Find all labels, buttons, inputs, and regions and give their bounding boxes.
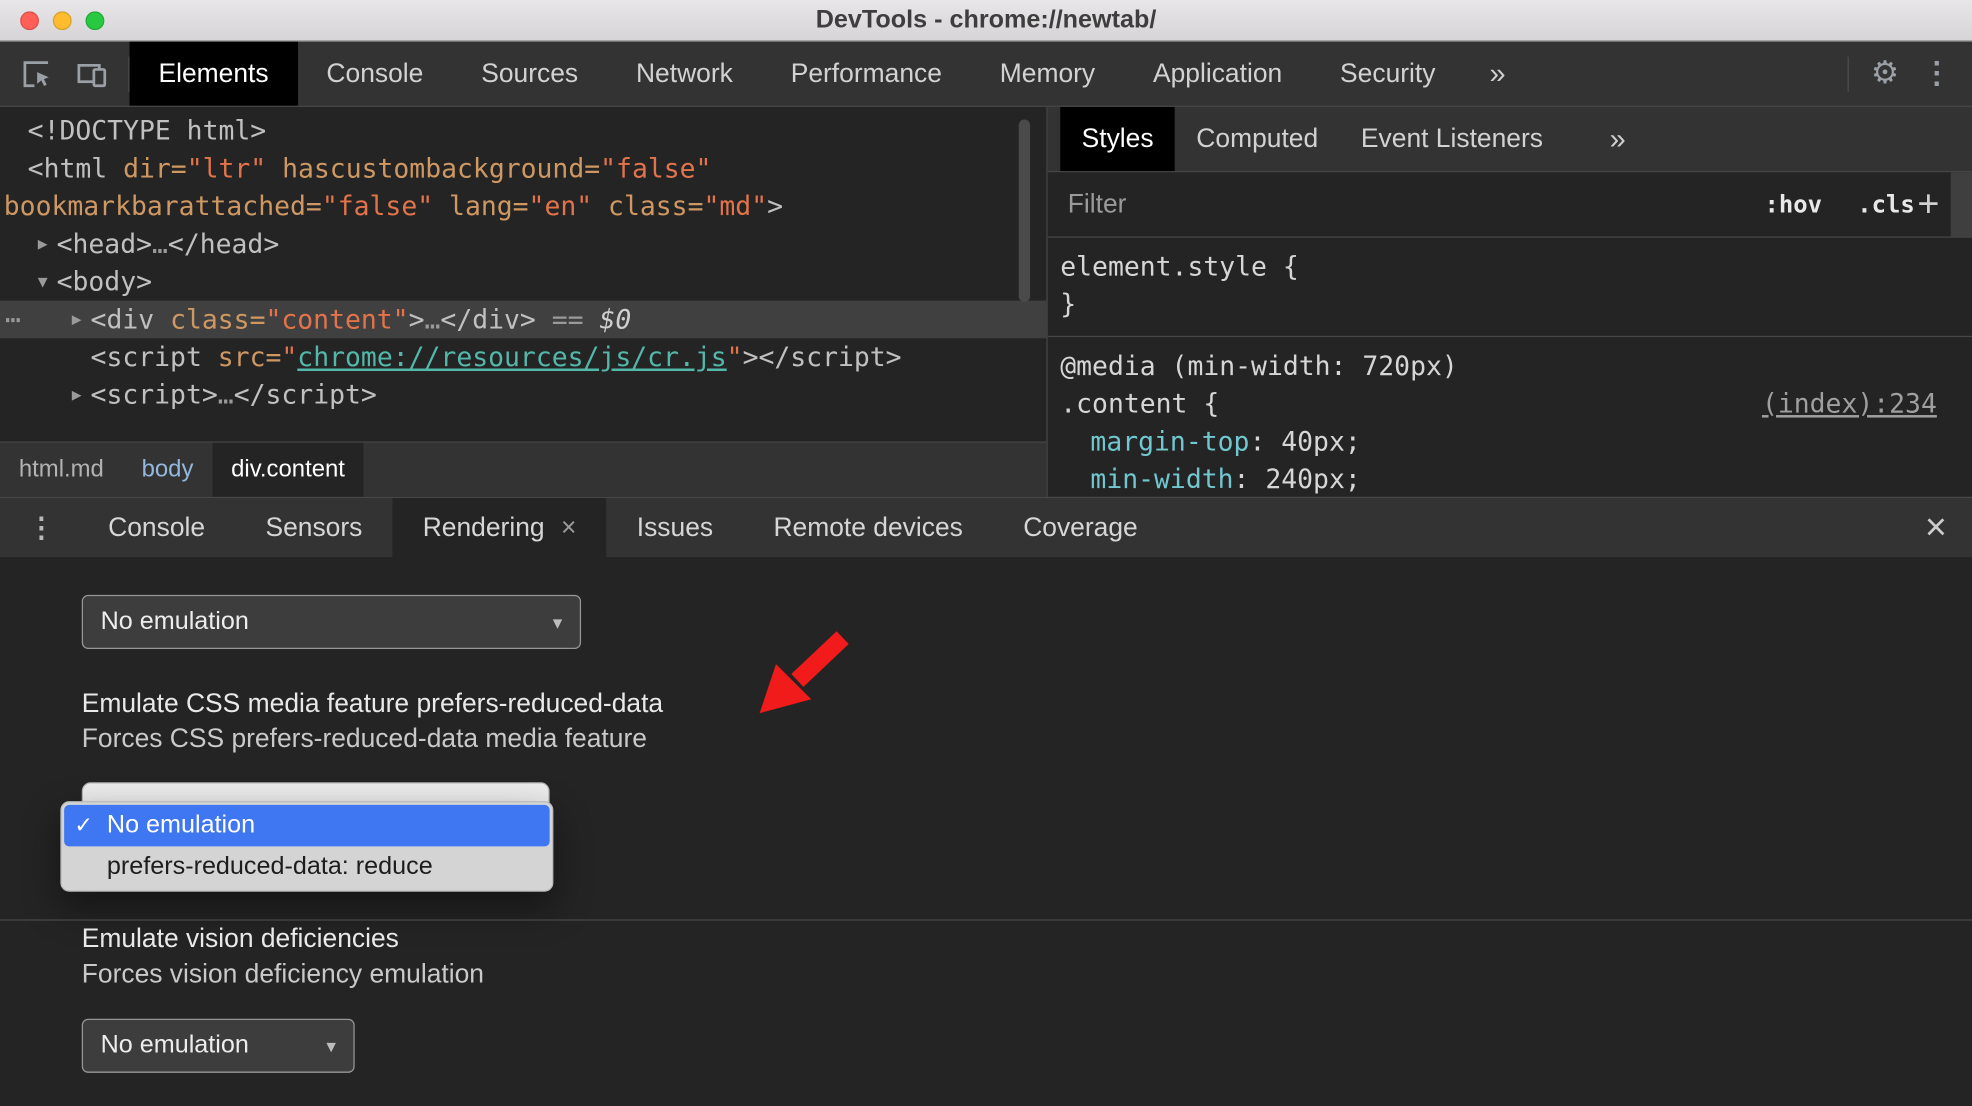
element-classes-button[interactable]: .cls (1857, 191, 1915, 219)
traffic-light-minimize[interactable] (52, 10, 72, 30)
elements-code-line[interactable]: <html dir="ltr" hascustombackground="fal… (0, 150, 1046, 188)
rendering-panel: No emulation ▾ Emulate CSS media feature… (0, 557, 1972, 1106)
dom-tree: <!DOCTYPE html> <html dir="ltr" hascustom… (0, 107, 1047, 414)
panel-tabs: Elements Console Sources Network Performance… (129, 41, 1465, 106)
drawer-tab-rendering[interactable]: Rendering × (392, 498, 607, 558)
annotation-arrow-icon (759, 631, 849, 714)
inspect-element-icon[interactable] (20, 57, 53, 90)
tab-sources[interactable]: Sources (452, 42, 607, 106)
style-rule-section: element.style {} (1048, 245, 1972, 333)
disclosure-triangle-icon[interactable]: ▶ (72, 302, 91, 340)
section-divider (0, 919, 1972, 921)
close-tab-icon[interactable]: × (561, 513, 576, 543)
dropdown-option[interactable]: prefers-reduced-data: reduce (64, 846, 549, 888)
node-options-icon[interactable]: ⋯ (5, 301, 21, 339)
elements-code-line[interactable]: ▼ <body> (0, 263, 1046, 301)
resource-link[interactable]: chrome://resources/js/cr.js (297, 342, 726, 372)
chevron-down-icon: ▾ (326, 1035, 336, 1058)
tab-security[interactable]: Security (1311, 42, 1464, 106)
elements-code-line[interactable]: <!DOCTYPE html> (0, 112, 1046, 150)
elements-panel: <!DOCTYPE html> <html dir="ltr" hascustom… (0, 106, 1048, 497)
stylesheet-source-link[interactable]: (index):234 (1762, 385, 1937, 423)
new-style-rule-button[interactable]: + (1917, 185, 1939, 224)
elements-scrollbar[interactable] (1018, 119, 1031, 302)
window-title: DevTools - chrome://newtab/ (815, 5, 1157, 34)
css-rule-line[interactable]: min-width: 240px; (1048, 460, 1972, 496)
elements-code-line[interactable]: ▶ <head>…</head> (0, 225, 1046, 263)
tab-application[interactable]: Application (1124, 42, 1311, 106)
breadcrumb: html.md body div.content (0, 441, 1047, 497)
disclosure-triangle-icon[interactable]: ▶ (72, 377, 91, 415)
drawer-tab-issues[interactable]: Issues (607, 498, 744, 557)
close-drawer-button[interactable]: × (1900, 498, 1972, 557)
breadcrumb-item[interactable]: div.content (212, 442, 364, 497)
breadcrumb-item[interactable]: html.md (0, 443, 123, 497)
drawer-tab-sensors[interactable]: Sensors (235, 498, 392, 557)
dropdown-option-label: prefers-reduced-data: reduce (106, 852, 433, 881)
elements-code-line[interactable]: <script src="chrome://resources/js/cr.js… (0, 338, 1046, 376)
prefers-reduced-data-title: Emulate CSS media feature prefers-reduce… (81, 689, 664, 719)
select-dropdown-menu: ✓ No emulation prefers-reduced-data: reduc… (60, 801, 554, 892)
css-rule-line[interactable]: element.style { (1048, 248, 1972, 286)
tab-console[interactable]: Console (298, 42, 453, 106)
css-rule-line[interactable]: @media (min-width: 720px) (1048, 347, 1972, 385)
sidebar-tabs: Styles Computed Event Listeners » (1047, 106, 1972, 173)
styles-filter-row: :hov .cls + (1047, 172, 1972, 238)
traffic-light-close[interactable] (20, 10, 39, 30)
settings-gear-icon[interactable]: ⚙ (1871, 57, 1899, 89)
more-sidebar-tabs-button[interactable]: » (1592, 107, 1643, 171)
drawer-tab-remote-devices[interactable]: Remote devices (743, 498, 993, 557)
titlebar: DevTools - chrome://newtab/ (0, 0, 1972, 42)
device-toolbar-icon[interactable] (75, 57, 108, 90)
sidebar-tab-event-listeners[interactable]: Event Listeners (1340, 107, 1565, 171)
more-panels-button[interactable]: » (1464, 42, 1530, 106)
drawer-tab-coverage[interactable]: Coverage (993, 498, 1168, 557)
sidebar-tab-styles[interactable]: Styles (1060, 106, 1175, 172)
tab-elements[interactable]: Elements (129, 41, 298, 106)
emulate-media-select[interactable]: No emulation ▾ (81, 594, 582, 649)
toolbar-divider (1847, 55, 1849, 92)
css-rules: element.style {} @media (min-width: 720px… (1047, 238, 1972, 497)
prefers-reduced-data-desc: Forces CSS prefers-reduced-data media fe… (81, 724, 647, 754)
disclosure-triangle-icon[interactable]: ▼ (38, 264, 57, 302)
disclosure-triangle-icon[interactable]: ▶ (38, 226, 57, 264)
breadcrumb-item[interactable]: body (123, 443, 213, 497)
sidebar-tab-computed[interactable]: Computed (1175, 107, 1340, 171)
drawer-tabbar: ⋮ Console Sensors Rendering × Issues Remote d… (0, 496, 1972, 558)
styles-filter-input[interactable] (1065, 188, 1765, 221)
dropdown-option[interactable]: ✓ No emulation (64, 804, 550, 847)
tab-performance[interactable]: Performance (762, 42, 971, 106)
tab-memory[interactable]: Memory (971, 42, 1124, 106)
traffic-light-zoom[interactable] (85, 10, 105, 30)
vision-deficiencies-title: Emulate vision deficiencies (81, 924, 399, 954)
elements-code-line[interactable]: bookmarkbarattached="false" lang="en" cl… (0, 187, 1046, 225)
drawer-tab-console[interactable]: Console (78, 498, 235, 557)
styles-scrollbar[interactable] (1950, 172, 1972, 237)
traffic-lights (20, 0, 105, 40)
devtools-window: DevTools - chrome://newtab/ Elements Cons… (0, 0, 1972, 1106)
chevron-down-icon: ▾ (552, 611, 563, 634)
drawer-menu-icon[interactable]: ⋮ (0, 498, 78, 557)
css-rule-line[interactable]: } (1048, 285, 1972, 323)
elements-code-line[interactable]: ▶ <script>…</script> (0, 376, 1046, 414)
elements-code-line[interactable]: ⋯ ▶ <div class="content">…</div> == $0 (0, 300, 1047, 340)
devtools-menu-icon[interactable]: ⋮ (1922, 58, 1952, 88)
checkmark-icon: ✓ (74, 812, 94, 838)
dropdown-option-label: No emulation (106, 811, 256, 839)
css-rule-line[interactable]: .content {(index):234 (1048, 385, 1972, 423)
devtools-toolbar: Elements Console Sources Network Performance… (0, 41, 1972, 107)
vision-deficiency-select[interactable]: No emulation ▾ (81, 1018, 355, 1073)
css-rule-line[interactable]: margin-top: 40px; (1048, 423, 1972, 461)
vision-deficiencies-desc: Forces vision deficiency emulation (81, 959, 484, 989)
style-rule-section: @media (min-width: 720px) .content {(inde… (1047, 335, 1972, 497)
styles-sidebar: StylesComputedEvent Listeners » :hov .cl… (1047, 106, 1972, 497)
tab-network[interactable]: Network (607, 42, 762, 106)
toggle-element-state-button[interactable]: :hov (1764, 191, 1822, 219)
